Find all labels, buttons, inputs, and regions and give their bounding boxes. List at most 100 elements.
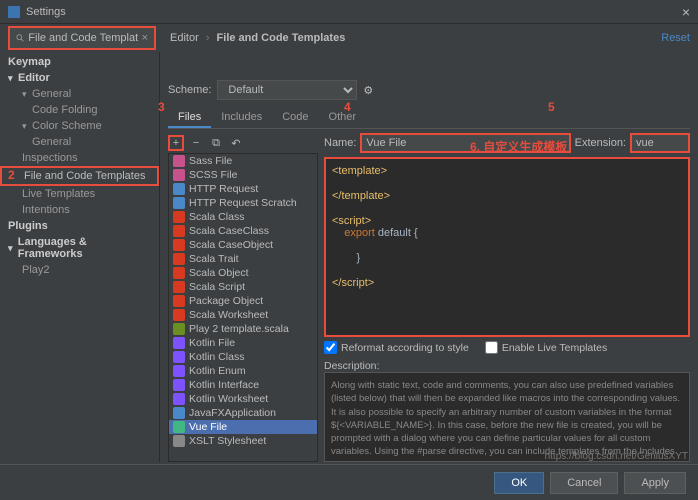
scheme-row: Scheme: Default ⚙ [168,80,690,100]
sidebar-item-general[interactable]: ▾General [0,86,159,102]
tab-code[interactable]: Code [272,108,318,128]
list-item-label: Scala CaseClass [189,225,269,237]
list-item-label: Vue File [189,421,227,433]
list-item-label: Scala Object [189,267,249,279]
list-item[interactable]: Scala CaseClass [169,224,317,238]
description-label: Description: [324,360,690,372]
template-toolbar: + − ⧉ ↶ [168,133,318,153]
list-item[interactable]: HTTP Request [169,182,317,196]
list-item[interactable]: Sass File [169,154,317,168]
description-text: Along with static text, code and comment… [324,372,690,462]
file-type-icon [173,281,185,293]
list-item[interactable]: SCSS File [169,168,317,182]
sidebar-item-keymap[interactable]: Keymap [0,54,159,70]
list-item[interactable]: Kotlin Interface [169,378,317,392]
sidebar-item-languages[interactable]: ▾Languages & Frameworks [0,234,159,262]
settings-sidebar: Keymap ▾Editor ▾General Code Folding ▾Co… [0,52,160,462]
sidebar-item-intentions[interactable]: Intentions [0,202,159,218]
list-item-label: Scala CaseObject [189,239,273,251]
reformat-checkbox[interactable]: Reformat according to style [324,341,469,354]
list-item-label: Scala Worksheet [189,309,268,321]
sidebar-item-editor[interactable]: ▾Editor [0,70,159,86]
template-extension-input[interactable] [630,133,690,153]
file-type-icon [173,211,185,223]
tab-other[interactable]: Other [319,108,367,128]
sidebar-item-colorscheme[interactable]: ▾Color Scheme [0,118,159,134]
sidebar-item-play2[interactable]: Play2 [0,262,159,278]
tab-includes[interactable]: Includes [211,108,272,128]
chevron-right-icon: › [206,32,210,44]
list-item-label: Play 2 template.scala [189,323,289,335]
list-item[interactable]: Scala Trait [169,252,317,266]
list-item[interactable]: JavaFXApplication [169,406,317,420]
add-template-button[interactable]: + [168,135,184,151]
cancel-button[interactable]: Cancel [550,472,618,494]
close-icon[interactable]: × [682,4,690,20]
ok-button[interactable]: OK [494,472,544,494]
enable-live-checkbox[interactable]: Enable Live Templates [485,341,607,354]
file-type-icon [173,253,185,265]
sidebar-item-cs-general[interactable]: General [0,134,159,150]
copy-template-button[interactable]: ⧉ [208,135,224,151]
list-item[interactable]: Vue File [169,420,317,434]
remove-template-button[interactable]: − [188,135,204,151]
sidebar-item-codefolding[interactable]: Code Folding [0,102,159,118]
list-item-label: Kotlin Interface [189,379,259,391]
breadcrumb-root[interactable]: Editor [170,32,199,44]
file-type-icon [173,435,185,447]
list-item[interactable]: HTTP Request Scratch [169,196,317,210]
breadcrumb-leaf: File and Code Templates [217,32,346,44]
template-name-input[interactable] [360,133,570,153]
caret-down-icon: ▾ [8,73,16,84]
list-item-label: HTTP Request [189,183,258,195]
extension-label: Extension: [575,137,626,149]
file-type-icon [173,197,185,209]
header-row: Editor › File and Code Templates Reset [170,26,690,50]
list-item[interactable]: Scala Object [169,266,317,280]
list-item-label: HTTP Request Scratch [189,197,297,209]
template-tabs: Files Includes Code Other [168,108,690,129]
file-type-icon [173,337,185,349]
list-item-label: SCSS File [189,169,237,181]
apply-button[interactable]: Apply [624,472,686,494]
list-item[interactable]: Scala Worksheet [169,308,317,322]
list-item-label: Kotlin Enum [189,365,246,377]
list-item[interactable]: Scala Class [169,210,317,224]
list-item[interactable]: Scala CaseObject [169,238,317,252]
list-item[interactable]: Kotlin Worksheet [169,392,317,406]
list-item[interactable]: Kotlin Class [169,350,317,364]
list-item[interactable]: Scala Script [169,280,317,294]
file-type-icon [173,225,185,237]
settings-search[interactable]: × [8,26,156,50]
name-label: Name: [324,137,356,149]
breadcrumb: Editor › File and Code Templates [170,32,345,44]
sidebar-item-live-templates[interactable]: Live Templates [0,186,159,202]
list-item[interactable]: Kotlin File [169,336,317,350]
file-type-icon [173,407,185,419]
list-item-label: Kotlin File [189,337,235,349]
search-input[interactable] [28,32,137,44]
scheme-label: Scheme: [168,84,211,96]
tab-files[interactable]: Files [168,108,211,128]
sidebar-item-plugins[interactable]: Plugins [0,218,159,234]
list-item[interactable]: Package Object [169,294,317,308]
file-type-icon [173,295,185,307]
clear-search-icon[interactable]: × [142,32,148,44]
titlebar: Settings × [0,0,698,24]
search-icon [16,33,24,43]
gear-icon[interactable]: ⚙ [363,84,373,97]
revert-template-button[interactable]: ↶ [228,135,244,151]
list-item[interactable]: Play 2 template.scala [169,322,317,336]
sidebar-item-inspections[interactable]: Inspections [0,150,159,166]
sidebar-item-file-code-templates[interactable]: File and Code Templates [0,166,159,186]
app-icon [8,6,20,18]
list-item[interactable]: XSLT Stylesheet [169,434,317,448]
list-item-label: Kotlin Class [189,351,244,363]
template-list[interactable]: Sass FileSCSS File HTTP Request HTTP Reque… [168,153,318,462]
scheme-select[interactable]: Default [217,80,357,100]
caret-down-icon: ▾ [22,121,30,132]
template-editor[interactable]: <template> </template> <script> export d… [324,157,690,337]
reset-link[interactable]: Reset [661,32,690,44]
list-item[interactable]: Kotlin Enum [169,364,317,378]
list-item-label: XSLT Stylesheet [189,435,266,447]
